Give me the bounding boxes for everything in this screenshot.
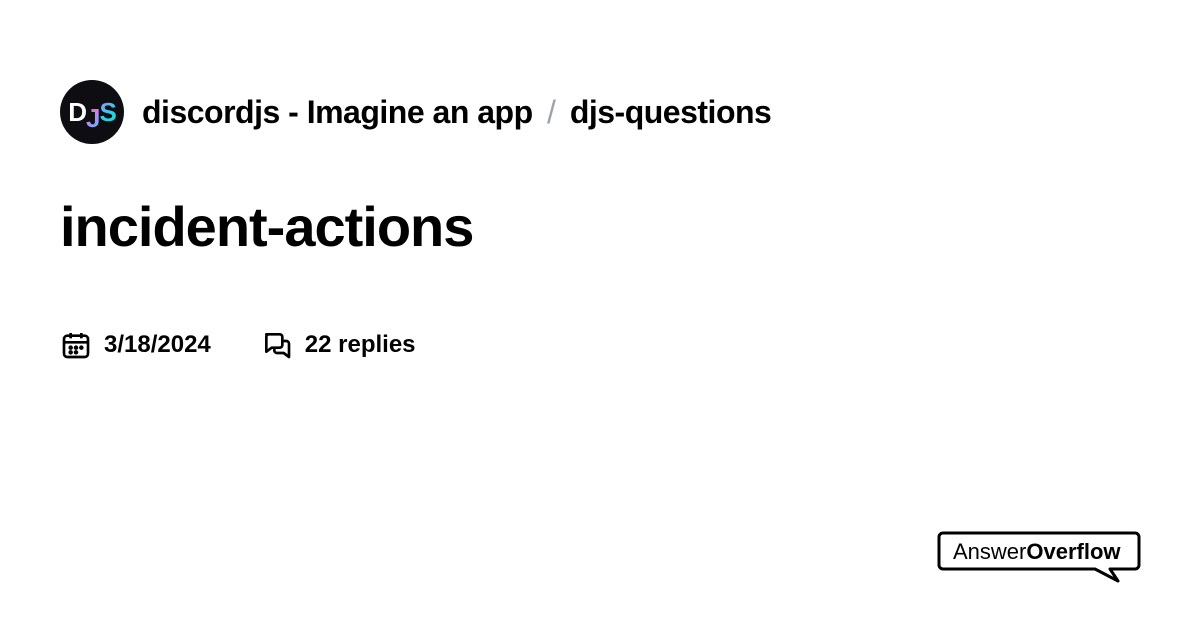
breadcrumb: DJS discordjs - Imagine an app / djs-que… <box>60 80 1140 144</box>
brand-logo: AnswerOverflow <box>935 525 1145 585</box>
calendar-icon <box>60 329 92 361</box>
brand-text: AnswerOverflow <box>953 539 1121 565</box>
meta-date: 3/18/2024 <box>60 329 211 361</box>
meta-date-text: 3/18/2024 <box>104 331 211 359</box>
breadcrumb-server: discordjs - Imagine an app <box>142 94 533 130</box>
avatar-letter-d: D <box>68 97 86 127</box>
avatar-letter-s: S <box>99 97 115 127</box>
replies-icon <box>261 329 293 361</box>
meta-row: 3/18/2024 22 replies <box>60 329 1140 361</box>
breadcrumb-channel: djs-questions <box>570 94 772 130</box>
page-title: incident-actions <box>60 194 1140 259</box>
breadcrumb-path: discordjs - Imagine an app / djs-questio… <box>142 94 771 131</box>
brand-answer: Answer <box>953 539 1026 564</box>
breadcrumb-separator: / <box>547 94 555 130</box>
meta-replies-text: 22 replies <box>305 331 416 359</box>
avatar-letter-j: J <box>86 103 99 133</box>
meta-replies: 22 replies <box>261 329 416 361</box>
brand-overflow: Overflow <box>1026 539 1120 564</box>
server-avatar: DJS <box>60 80 124 144</box>
